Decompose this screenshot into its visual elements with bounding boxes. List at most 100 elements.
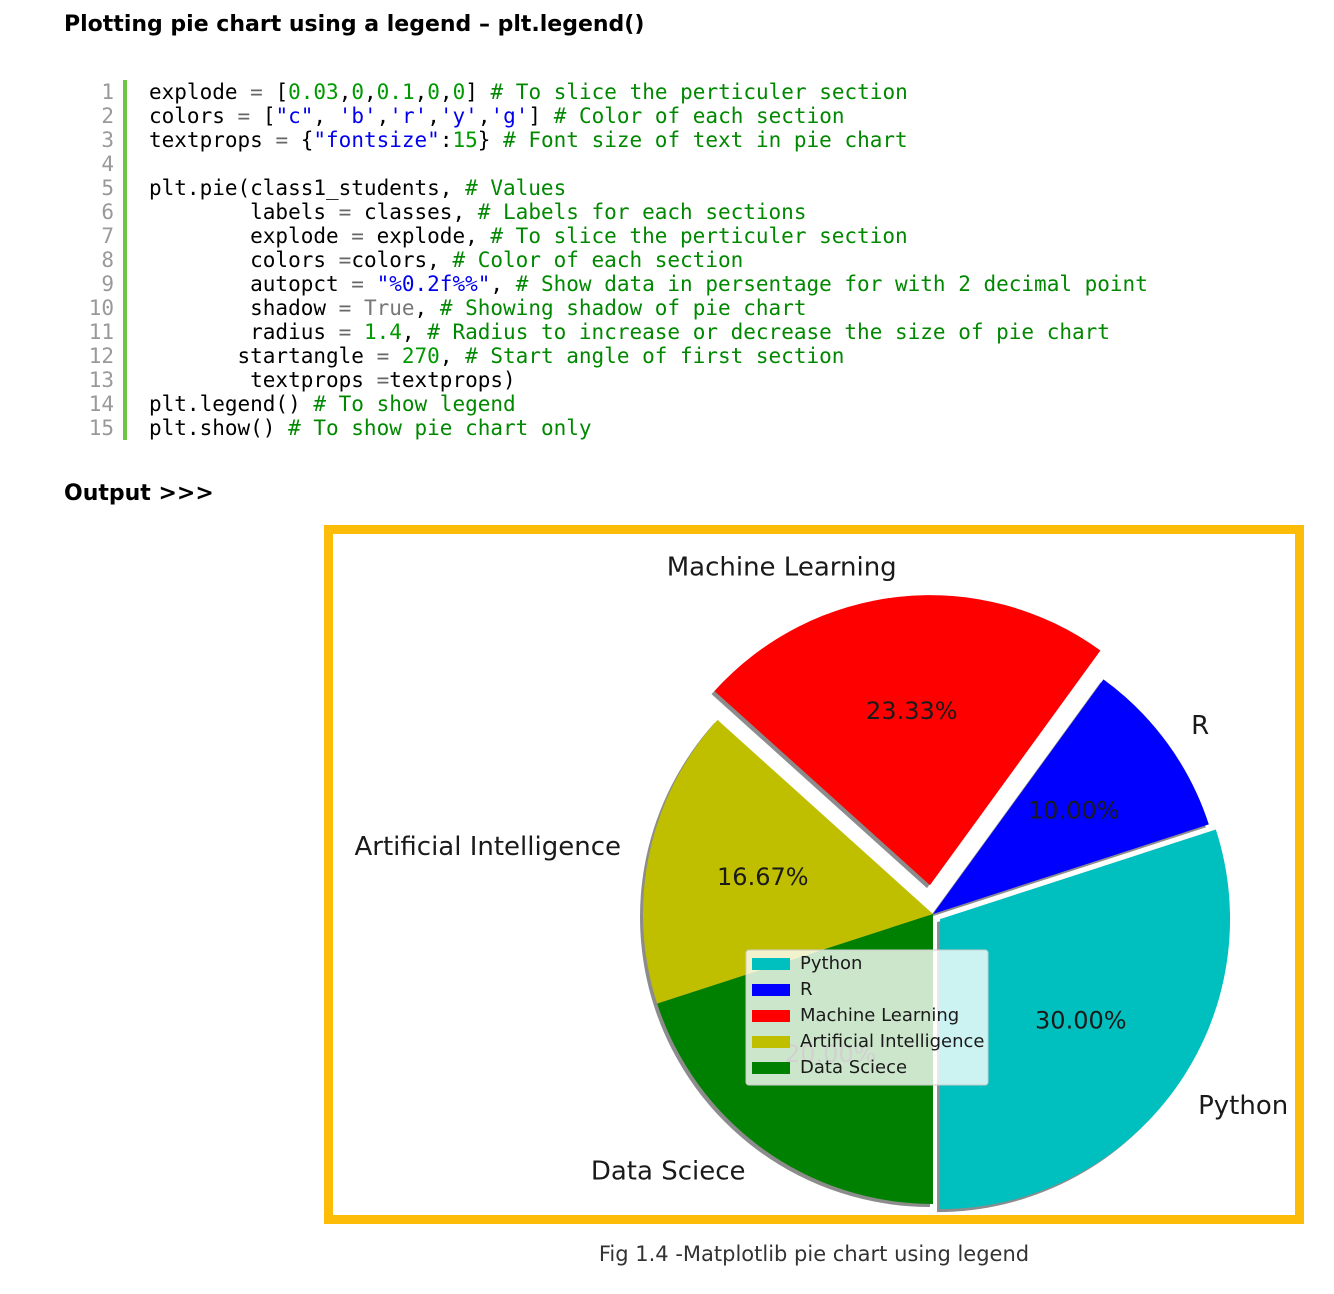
code-line: 5 plt.pie(class1_students, # Values <box>76 176 1148 200</box>
code-line: 9 autopct = "%0.2f%%", # Show data in pe… <box>76 272 1148 296</box>
code-token: [ <box>262 104 276 128</box>
code-token: 'g' <box>490 104 529 128</box>
code-token: textprops <box>149 368 377 392</box>
legend-swatch <box>752 984 790 996</box>
code-token: } <box>477 128 504 152</box>
code-token: [ <box>275 80 289 104</box>
code-line: 6 labels = classes, # Labels for each se… <box>76 200 1148 224</box>
code-token: 1.4 <box>363 320 402 344</box>
slice-category-label: Artificial Intelligence <box>355 832 622 862</box>
code-token: , <box>439 344 466 368</box>
code-token: colors <box>149 104 238 128</box>
code-token: startangle <box>149 344 377 368</box>
figure-caption: Fig 1.4 -Matplotlib pie chart using lege… <box>598 1242 1030 1266</box>
code-line: 15 plt.show() # To show pie chart only <box>76 416 1148 440</box>
code-token: # To show pie chart only <box>288 416 592 440</box>
legend-item-label: Artificial Intelligence <box>800 1031 985 1052</box>
pie-wedges <box>642 595 1231 1210</box>
chart-frame: 30.00% Python 10.00% R 23.33% Machine Learnin… <box>324 525 1304 1224</box>
code-token: 270 <box>401 344 440 368</box>
legend-swatch <box>752 1010 790 1022</box>
code-token: labels <box>149 200 339 224</box>
line-number: 6 <box>76 200 127 224</box>
code-token: , <box>313 104 339 128</box>
line-number: 14 <box>76 392 127 416</box>
line-number: 5 <box>76 176 127 200</box>
code-token: # Values <box>465 176 567 200</box>
code-token: = <box>338 320 364 344</box>
code-token: radius <box>149 320 339 344</box>
code-line: 8 colors = colors, # Color of each sectio… <box>76 248 1148 272</box>
code-token: 'r' <box>389 104 428 128</box>
code-token: , <box>490 272 516 296</box>
code-token: 0.03 <box>288 80 339 104</box>
code-token: plt.legend() <box>149 392 314 416</box>
code-token: shadow <box>149 296 339 320</box>
code-token: 0 <box>351 80 364 104</box>
code-token: explode <box>149 80 251 104</box>
code-token: = <box>338 296 364 320</box>
slice-category-label: Python <box>1198 1091 1288 1121</box>
code-token: = <box>338 248 352 272</box>
code-token: plt.pie(class1_students, <box>149 176 466 200</box>
code-token: classes, <box>363 200 478 224</box>
line-number: 12 <box>76 344 127 368</box>
code-block: 1 explode = [0.03, 0, 0.1, 0, 0] # To slice t… <box>76 80 1148 440</box>
code-token: = <box>351 272 377 296</box>
code-token: "%0.2f%%" <box>376 272 491 296</box>
code-line: 11 radius = 1.4, # Radius to increase or… <box>76 320 1148 344</box>
code-token: 0 <box>452 80 466 104</box>
line-number: 4 <box>76 152 127 176</box>
slice-category-label: R <box>1191 711 1209 741</box>
code-token: , <box>439 80 453 104</box>
code-token: = <box>376 368 390 392</box>
code-token: = <box>351 224 377 248</box>
pie-chart: 30.00% Python 10.00% R 23.33% Machine Learnin… <box>355 552 1288 1213</box>
legend-swatch <box>752 1036 790 1048</box>
code-token: , <box>338 80 352 104</box>
code-token: colors <box>149 248 339 272</box>
code-token: # To show legend <box>313 392 516 416</box>
output-label: Output >>> <box>64 481 214 506</box>
slice-category-label: Data Sciece <box>591 1157 746 1187</box>
code-token: ] <box>528 104 554 128</box>
code-token: = <box>338 200 364 224</box>
line-number: 10 <box>76 296 127 320</box>
line-number: 2 <box>76 104 127 128</box>
code-token: textprops <box>149 128 276 152</box>
code-token: # Start angle of first section <box>465 344 845 368</box>
slice-percent-label: 23.33% <box>866 697 958 725</box>
code-token: 'b' <box>338 104 377 128</box>
code-token: plt.show() <box>149 416 289 440</box>
line-number: 1 <box>76 80 127 104</box>
code-token: "fontsize" <box>313 128 440 152</box>
legend-swatch <box>752 1062 790 1074</box>
legend-item-label: R <box>800 979 813 1000</box>
chart-legend: Python R Machine Learning Artificial Intell… <box>745 949 989 1086</box>
code-line: 13 textprops = textprops) <box>76 368 1148 392</box>
code-token: # Font size of text in pie chart <box>503 128 908 152</box>
line-number: 15 <box>76 416 127 440</box>
code-token: = <box>237 104 263 128</box>
code-token: 0.1 <box>376 80 415 104</box>
code-token: , <box>477 104 491 128</box>
code-token: ] <box>465 80 491 104</box>
code-line: 7 explode = explode, # To slice the pert… <box>76 224 1148 248</box>
code-token: , <box>401 320 428 344</box>
code-token: "c" <box>275 104 314 128</box>
code-token: , <box>364 80 377 104</box>
line-number: 3 <box>76 128 127 152</box>
page-heading: Plotting pie chart using a legend – plt.… <box>64 12 645 37</box>
code-token: True <box>363 296 415 320</box>
line-number: 7 <box>76 224 127 248</box>
code-token: : <box>439 128 453 152</box>
line-number: 9 <box>76 272 127 296</box>
code-token: # To slice the perticuler section <box>490 80 908 104</box>
code-token: explode, <box>376 224 491 248</box>
code-line: 4 <box>76 152 1148 176</box>
code-token: colors, <box>351 248 453 272</box>
code-token: # Color of each section <box>553 104 845 128</box>
code-token: = <box>275 128 301 152</box>
code-token: # Labels for each sections <box>477 200 807 224</box>
code-token: # Show data in persentage for with 2 dec… <box>515 272 1148 296</box>
